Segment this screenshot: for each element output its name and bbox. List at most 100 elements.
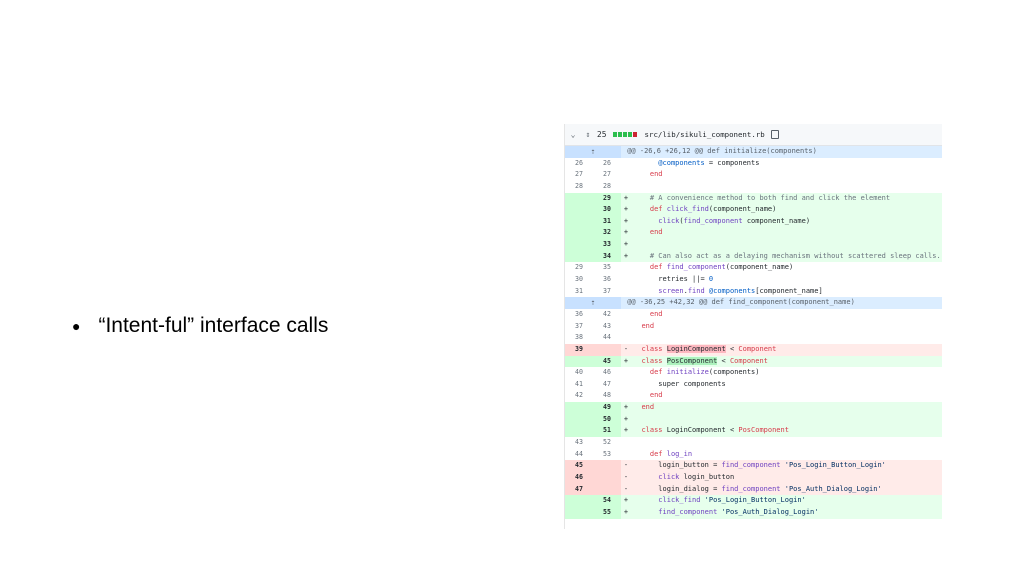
diff-line: 26 26 @components = components (565, 158, 942, 170)
code-token: @components (708, 286, 756, 295)
expand-up-icon[interactable]: ⇡ (565, 146, 621, 158)
old-line-number[interactable]: 39 (565, 343, 593, 356)
old-line-number[interactable] (565, 250, 593, 263)
diff-sign (621, 379, 631, 391)
code-text: def initialize(components) (631, 367, 942, 379)
code-token: end (649, 391, 663, 400)
old-line-number[interactable]: 44 (565, 449, 593, 461)
diff-sign (621, 169, 631, 181)
new-line-number[interactable] (593, 483, 621, 496)
new-line-number[interactable]: 26 (593, 158, 621, 170)
old-line-number[interactable]: 45 (565, 460, 593, 472)
code-token: end (649, 309, 663, 318)
new-line-number[interactable]: 44 (593, 332, 621, 344)
new-line-number[interactable]: 55 (593, 506, 621, 519)
new-line-number[interactable]: 52 (593, 437, 621, 449)
old-line-number[interactable] (565, 495, 593, 507)
old-line-number[interactable]: 28 (565, 181, 593, 193)
old-line-number[interactable]: 31 (565, 286, 593, 298)
code-token: 'Pos_Login_Button_Login' (784, 461, 886, 470)
code-token: class (641, 426, 663, 435)
code-token: PosComponent (666, 356, 718, 365)
new-line-number[interactable]: 45 (593, 355, 621, 368)
diff-sign (621, 390, 631, 402)
old-line-number[interactable] (565, 402, 593, 414)
old-line-number[interactable] (565, 227, 593, 240)
diff-sign: + (621, 506, 631, 519)
code-token: find_component (683, 216, 743, 225)
chevron-down-icon[interactable]: ⌄ (565, 130, 581, 139)
old-line-number[interactable]: 29 (565, 262, 593, 274)
old-line-number[interactable] (565, 355, 593, 368)
code-token: class (641, 356, 663, 365)
diff-sign: + (621, 250, 631, 263)
code-token: find (687, 286, 705, 295)
expand-up-icon[interactable]: ⇡ (565, 297, 621, 309)
new-line-number[interactable] (593, 343, 621, 356)
new-line-number[interactable]: 46 (593, 367, 621, 379)
old-line-number[interactable] (565, 239, 593, 251)
new-line-number[interactable]: 28 (593, 181, 621, 193)
file-path[interactable]: src/lib/sikuli_component.rb (645, 130, 765, 139)
code-text: end (631, 169, 942, 181)
copy-icon[interactable] (770, 130, 779, 139)
old-line-number[interactable] (565, 413, 593, 426)
code-text: end (631, 309, 942, 321)
new-line-number[interactable]: 34 (593, 250, 621, 263)
old-line-number[interactable] (565, 204, 593, 216)
old-line-number[interactable] (565, 506, 593, 519)
new-line-number[interactable] (593, 471, 621, 484)
diff-line: 40 46 def initialize(components) (565, 367, 942, 379)
old-line-number[interactable] (565, 215, 593, 228)
new-line-number[interactable]: 43 (593, 321, 621, 333)
old-line-number[interactable]: 40 (565, 367, 593, 379)
new-line-number[interactable]: 27 (593, 169, 621, 181)
new-line-number[interactable]: 42 (593, 309, 621, 321)
old-line-number[interactable]: 36 (565, 309, 593, 321)
code-text: end (631, 390, 942, 402)
diff-sign: + (621, 192, 631, 205)
code-token: click (658, 216, 680, 225)
new-line-number[interactable]: 35 (593, 262, 621, 274)
old-line-number[interactable]: 42 (565, 390, 593, 402)
old-line-number[interactable]: 26 (565, 158, 593, 170)
new-line-number[interactable]: 36 (593, 274, 621, 286)
new-line-number[interactable] (593, 460, 621, 472)
new-line-number[interactable]: 54 (593, 495, 621, 507)
old-line-number[interactable]: 30 (565, 274, 593, 286)
expand-all-icon[interactable]: ⇕ (581, 130, 595, 139)
new-line-number[interactable]: 51 (593, 425, 621, 438)
code-text: class LoginComponent < Component (631, 343, 942, 356)
diff-sign (621, 274, 631, 286)
new-line-number[interactable]: 33 (593, 239, 621, 251)
diff-line: 45 + class PosComponent < Component (565, 355, 942, 368)
new-line-number[interactable]: 47 (593, 379, 621, 391)
old-line-number[interactable] (565, 192, 593, 205)
old-line-number[interactable]: 27 (565, 169, 593, 181)
old-line-number[interactable] (565, 425, 593, 438)
new-line-number[interactable]: 50 (593, 413, 621, 426)
new-line-number[interactable]: 29 (593, 192, 621, 205)
new-line-number[interactable]: 53 (593, 449, 621, 461)
code-token: # A convenience method to both find and … (649, 193, 891, 202)
old-line-number[interactable]: 46 (565, 471, 593, 484)
change-count: 25 (597, 130, 607, 139)
new-line-number[interactable]: 30 (593, 204, 621, 216)
diff-line: 34 + # Can also act as a delaying mechani… (565, 250, 942, 263)
new-line-number[interactable]: 31 (593, 215, 621, 228)
new-line-number[interactable]: 32 (593, 227, 621, 240)
code-token: component_name) (742, 216, 811, 225)
old-line-number[interactable]: 47 (565, 483, 593, 496)
new-line-number[interactable]: 48 (593, 390, 621, 402)
old-line-number[interactable]: 38 (565, 332, 593, 344)
old-line-number[interactable]: 41 (565, 379, 593, 391)
old-line-number[interactable]: 43 (565, 437, 593, 449)
old-line-number[interactable]: 37 (565, 321, 593, 333)
new-line-number[interactable]: 49 (593, 402, 621, 414)
diff-line: 32 + end (565, 227, 942, 240)
diff-line: 27 27 end (565, 169, 942, 181)
new-line-number[interactable]: 37 (593, 286, 621, 298)
code-token: [component_name] (755, 286, 823, 295)
